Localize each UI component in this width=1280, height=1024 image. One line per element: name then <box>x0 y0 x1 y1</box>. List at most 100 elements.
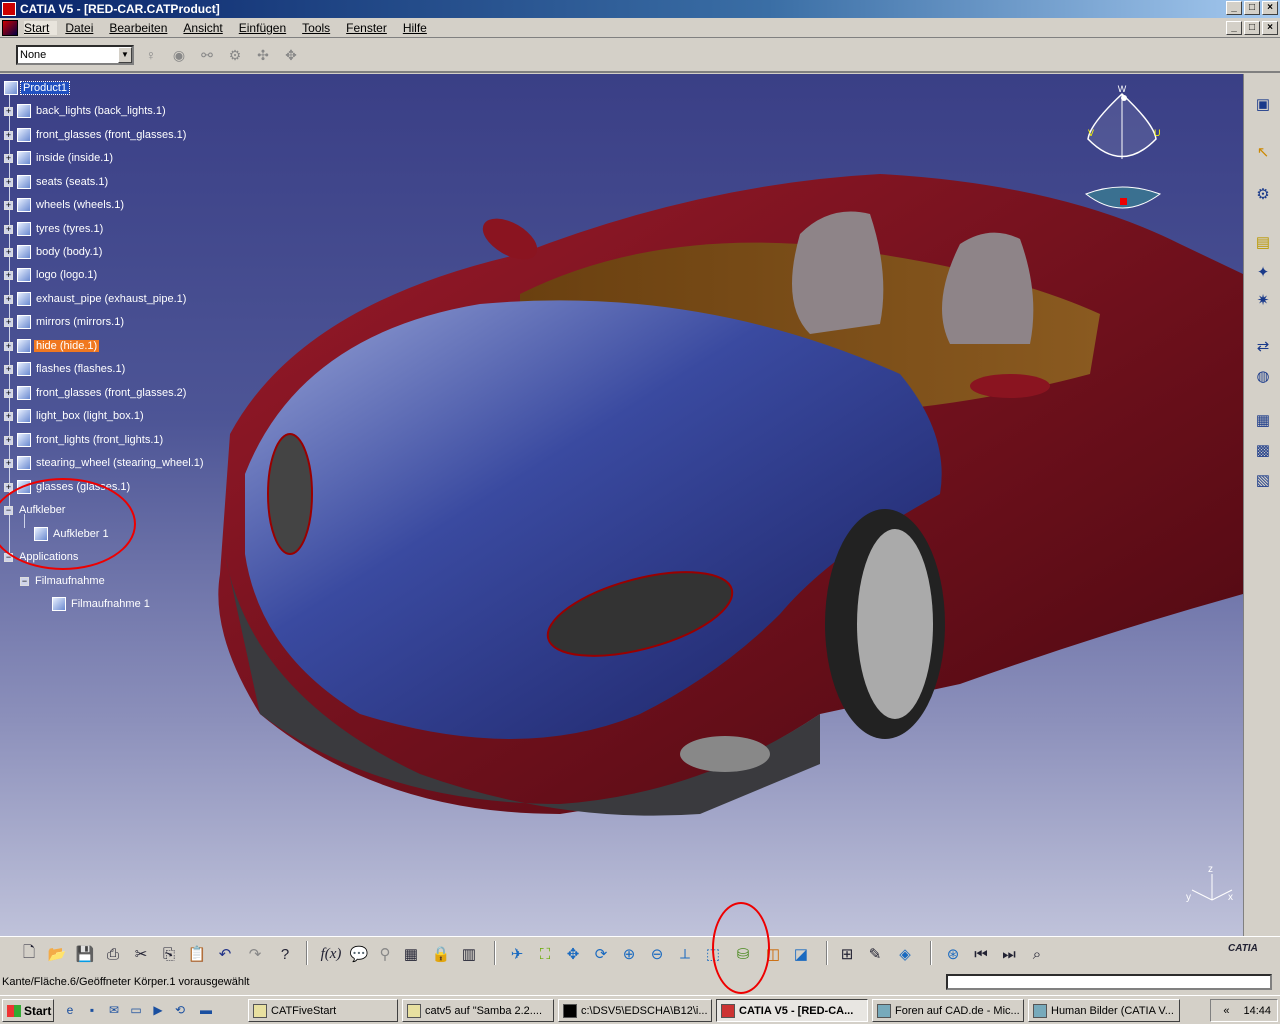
task-catia[interactable]: CATIA V5 - [RED-CA... <box>716 999 868 1022</box>
manipulation-icon[interactable]: ⚙ <box>1253 184 1273 204</box>
paste-icon[interactable]: 📋 <box>186 943 208 965</box>
target-icon[interactable]: ⊛ <box>942 943 964 965</box>
tree-item-label[interactable]: light_box (light_box.1) <box>34 410 146 422</box>
task-human-bilder[interactable]: Human Bilder (CATIA V... <box>1028 999 1180 1022</box>
search-icon[interactable]: ⌕ <box>1026 943 1048 965</box>
fit-all-icon[interactable]: ⛶ <box>534 943 556 965</box>
light-icon[interactable]: ✦ <box>1253 262 1273 282</box>
tree-item[interactable]: + front_glasses (front_glasses.1) <box>4 127 188 143</box>
expand-icon[interactable]: + <box>4 317 13 327</box>
forward-icon[interactable]: ⏭ <box>998 943 1020 965</box>
command-input[interactable] <box>946 974 1272 990</box>
rewind-icon[interactable]: ⏮ <box>970 943 992 965</box>
expand-icon[interactable]: + <box>4 106 13 116</box>
minimize-button[interactable]: _ <box>1226 1 1242 15</box>
undo-icon[interactable]: ↶ <box>214 943 236 965</box>
folder-icon[interactable]: ▭ <box>128 1002 144 1018</box>
render-icon[interactable]: ◍ <box>1253 366 1273 386</box>
simulation-icon[interactable]: ▩ <box>1253 440 1273 460</box>
tree-item[interactable]: + body (body.1) <box>4 244 104 260</box>
comment-icon[interactable]: 💬 <box>348 943 370 965</box>
expand-icon[interactable]: + <box>4 153 13 163</box>
expand-icon[interactable]: + <box>4 247 13 257</box>
menu-start[interactable]: Start <box>24 20 58 35</box>
layer-icon[interactable]: ◈ <box>894 943 916 965</box>
tree-item[interactable]: + stearing_wheel (stearing_wheel.1) <box>4 455 206 471</box>
chevron-down-icon[interactable]: ▼ <box>118 47 132 63</box>
tree-item-label[interactable]: logo (logo.1) <box>34 269 99 281</box>
new-icon[interactable]: 🗋 <box>18 943 40 965</box>
tree-item-label[interactable]: flashes (flashes.1) <box>34 363 127 375</box>
tree-filmaufnahme-label[interactable]: Filmaufnahme <box>33 575 107 587</box>
expand-icon[interactable]: + <box>4 224 13 234</box>
tree-item-label[interactable]: body (body.1) <box>34 246 104 258</box>
ie-icon[interactable]: e <box>62 1002 78 1018</box>
tree-item-label[interactable]: tyres (tyres.1) <box>34 223 105 235</box>
menu-einfuegen[interactable]: Einfügen <box>239 21 294 35</box>
tree-item[interactable]: + flashes (flashes.1) <box>4 361 127 377</box>
material-icon[interactable]: ▤ <box>1253 232 1273 252</box>
table-icon[interactable]: ▦ <box>400 943 422 965</box>
task-catfivestart[interactable]: CATFiveStart <box>248 999 398 1022</box>
start-button[interactable]: Start <box>2 999 54 1022</box>
outlook-icon[interactable]: ✉ <box>106 1002 122 1018</box>
sync-icon[interactable]: ⟲ <box>172 1002 188 1018</box>
tree-item[interactable]: + front_lights (front_lights.1) <box>4 432 165 448</box>
redo-icon[interactable]: ↷ <box>244 943 266 965</box>
collapse-icon[interactable]: − <box>20 576 29 586</box>
tree-item[interactable]: + wheels (wheels.1) <box>4 197 126 213</box>
zoom-in-icon[interactable]: ⊕ <box>618 943 640 965</box>
tree-filmaufnahme[interactable]: − Filmaufnahme <box>20 573 107 589</box>
expand-icon[interactable]: + <box>4 270 13 280</box>
lock-icon[interactable]: 🔒 <box>430 943 452 965</box>
product-structure-icon[interactable]: ▣ <box>1253 94 1273 114</box>
expand-icon[interactable]: + <box>4 177 13 187</box>
pan-icon[interactable]: ✥ <box>562 943 584 965</box>
gear-link-icon[interactable]: ⚙ <box>224 44 246 66</box>
formula-icon[interactable]: f(x) <box>320 943 342 965</box>
select-arrow-icon[interactable]: ↖ <box>1253 142 1273 162</box>
3d-viewport[interactable]: z y x <box>0 74 1243 936</box>
expand-icon[interactable]: + <box>4 294 13 304</box>
expand-icon[interactable]: + <box>4 130 13 140</box>
menu-bearbeiten[interactable]: Bearbeiten <box>109 21 175 35</box>
tree-item-label[interactable]: inside (inside.1) <box>34 152 115 164</box>
shot-icon[interactable]: ▧ <box>1253 470 1273 490</box>
tree-root-label[interactable]: Product1 <box>19 81 71 95</box>
camera-icon[interactable]: ✷ <box>1253 290 1273 310</box>
normal-view-icon[interactable]: ⟂ <box>674 943 696 965</box>
tree-item[interactable]: + tyres (tyres.1) <box>4 221 105 237</box>
menu-tools[interactable]: Tools <box>302 21 338 35</box>
tree-item-hide[interactable]: + hide (hide.1) <box>4 338 100 354</box>
help-icon[interactable]: ? <box>274 943 296 965</box>
task-samba[interactable]: catv5 auf "Samba 2.2.... <box>402 999 554 1022</box>
tree-item-label[interactable]: front_glasses (front_glasses.2) <box>34 387 188 399</box>
catalog-icon[interactable]: ▥ <box>458 943 480 965</box>
expand-icon[interactable]: + <box>4 435 13 445</box>
eye-icon[interactable]: ◉ <box>168 44 190 66</box>
doc-close-button[interactable]: × <box>1262 21 1278 35</box>
tree-item-label[interactable]: front_lights (front_lights.1) <box>34 434 165 446</box>
doc-minimize-button[interactable]: _ <box>1226 21 1242 35</box>
tree-filmaufnahme-child[interactable]: Filmaufnahme 1 <box>52 596 152 612</box>
clock[interactable]: 14:44 <box>1243 1005 1271 1017</box>
expand-icon[interactable]: + <box>4 388 13 398</box>
axis-icon[interactable]: ✣ <box>252 44 274 66</box>
tree-item[interactable]: + mirrors (mirrors.1) <box>4 314 126 330</box>
axis-alt-icon[interactable]: ✥ <box>280 44 302 66</box>
tree-item[interactable]: + logo (logo.1) <box>4 267 99 283</box>
task-cmd[interactable]: c:\DSV5\EDSCHA\B12\i... <box>558 999 712 1022</box>
tree-item[interactable]: + front_glasses (front_glasses.2) <box>4 385 188 401</box>
link-icon[interactable]: ⚯ <box>196 44 218 66</box>
tree-item-label[interactable]: mirrors (mirrors.1) <box>34 316 126 328</box>
menu-ansicht[interactable]: Ansicht <box>183 21 230 35</box>
tree-item[interactable]: + inside (inside.1) <box>4 150 115 166</box>
tree-item-label[interactable]: wheels (wheels.1) <box>34 199 126 211</box>
cut-icon[interactable]: ✂ <box>130 943 152 965</box>
expand-icon[interactable]: + <box>4 200 13 210</box>
tree-root[interactable]: Product1 <box>4 80 71 96</box>
fly-mode-icon[interactable]: ✈ <box>506 943 528 965</box>
maximize-button[interactable]: □ <box>1244 1 1260 15</box>
tree-item[interactable]: + back_lights (back_lights.1) <box>4 103 168 119</box>
tree-item-label[interactable]: seats (seats.1) <box>34 176 110 188</box>
